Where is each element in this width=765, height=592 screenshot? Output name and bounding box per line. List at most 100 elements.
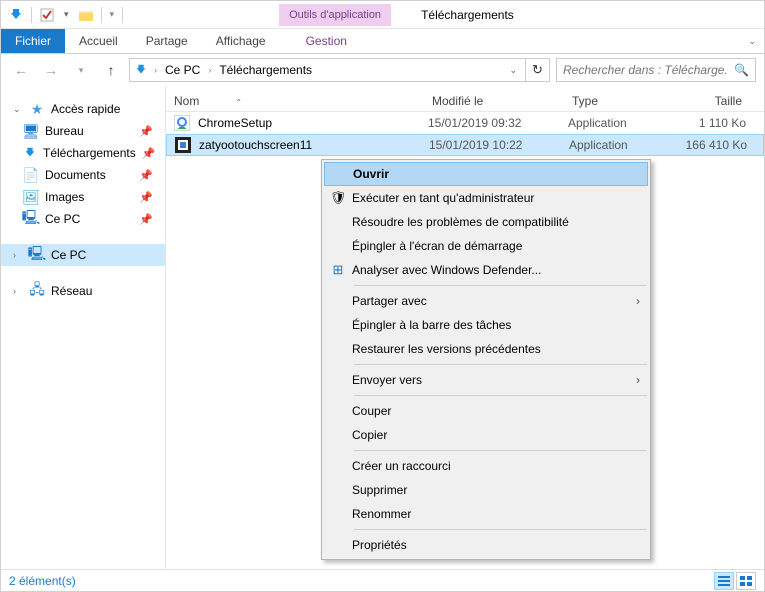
column-type[interactable]: Type (564, 94, 664, 108)
menu-delete[interactable]: Supprimer (324, 478, 648, 502)
menu-share-with[interactable]: Partager avec› (324, 289, 648, 313)
menu-send-to[interactable]: Envoyer vers› (324, 368, 648, 392)
chevron-right-icon[interactable]: › (152, 65, 159, 75)
menu-compat[interactable]: Résoudre les problèmes de compatibilité (324, 210, 648, 234)
menu-shortcut[interactable]: Créer un raccourci (324, 454, 648, 478)
nav-label: Accès rapide (51, 102, 120, 116)
app-icon (175, 137, 191, 153)
down-arrow-icon (7, 6, 25, 24)
recent-locations-icon[interactable]: ▾ (69, 58, 93, 82)
nav-pictures[interactable]: 🖼 Images 📌 (1, 186, 165, 208)
ribbon-tabs: Fichier Accueil Partage Affichage Gestio… (1, 29, 764, 54)
qat-dropdown-icon[interactable]: ▾ (108, 9, 117, 20)
file-name: zatyootouchscreen11 (195, 138, 425, 152)
address-dropdown-icon[interactable]: ⌄ (505, 65, 521, 76)
breadcrumb-root[interactable]: Ce PC (163, 63, 202, 77)
column-name[interactable]: Nom⌃ (166, 94, 424, 108)
down-arrow-icon (23, 145, 37, 161)
separator (31, 7, 32, 23)
nav-thispc-pinned[interactable]: 🖳 Ce PC 📌 (1, 208, 165, 230)
menu-pin-start[interactable]: Épingler à l'écran de démarrage (324, 234, 648, 258)
tab-home[interactable]: Accueil (65, 29, 132, 53)
search-box[interactable]: 🔍 (556, 58, 756, 82)
nav-downloads[interactable]: Téléchargements 📌 (1, 142, 165, 164)
navigation-pane: ⌄ ★ Accès rapide 🖥 Bureau 📌 Téléchargeme… (1, 86, 166, 569)
nav-label: Téléchargements (43, 146, 136, 160)
address-bar[interactable]: › Ce PC › Téléchargements ⌄ (129, 58, 526, 82)
window-title: Téléchargements (421, 8, 514, 22)
pin-icon: 📌 (139, 191, 159, 204)
file-type: Application (565, 138, 665, 152)
nav-label: Documents (45, 168, 106, 182)
file-modified: 15/01/2019 10:22 (425, 138, 565, 152)
separator (122, 7, 123, 23)
menu-separator (354, 450, 647, 451)
nav-this-pc[interactable]: › 🖳 Ce PC (1, 244, 165, 266)
view-icons-button[interactable] (736, 572, 756, 590)
pin-icon: 📌 (139, 169, 159, 182)
file-name: ChromeSetup (194, 116, 424, 130)
column-headers: Nom⌃ Modifié le Type Taille (166, 86, 764, 112)
menu-run-admin[interactable]: 🛡Exécuter en tant qu'administrateur (324, 186, 648, 210)
file-row[interactable]: zatyootouchscreen11 15/01/2019 10:22 App… (166, 134, 764, 156)
menu-defender[interactable]: ⊞Analyser avec Windows Defender... (324, 258, 648, 282)
tab-view[interactable]: Affichage (202, 29, 280, 53)
chevron-right-icon[interactable]: › (13, 286, 23, 296)
shield-icon: 🛡 (324, 190, 352, 206)
chevron-down-icon[interactable]: ⌄ (13, 104, 23, 115)
chevron-down-icon[interactable]: ▾ (62, 9, 71, 20)
picture-icon: 🖼 (23, 189, 39, 205)
tab-file[interactable]: Fichier (1, 29, 65, 53)
file-size: 166 410 Ko (665, 138, 751, 152)
chevron-right-icon[interactable]: › (13, 250, 23, 260)
menu-cut[interactable]: Couper (324, 399, 648, 423)
menu-pin-taskbar[interactable]: Épingler à la barre des tâches (324, 313, 648, 337)
down-arrow-icon (134, 63, 148, 77)
status-text: 2 élément(s) (9, 574, 76, 588)
file-row[interactable]: ChromeSetup 15/01/2019 09:32 Application… (166, 112, 764, 134)
breadcrumb-current[interactable]: Téléchargements (217, 63, 314, 77)
app-icon (174, 115, 190, 131)
nav-label: Ce PC (45, 212, 80, 226)
back-button[interactable]: ← (9, 58, 33, 82)
ribbon-expand-icon[interactable]: ⌄ (740, 29, 764, 53)
tab-share[interactable]: Partage (132, 29, 202, 53)
quick-access-toolbar: ▾ ▾ (1, 6, 129, 24)
chevron-right-icon: › (636, 373, 640, 387)
chevron-right-icon[interactable]: › (206, 65, 213, 75)
navigation-row: ← → ▾ ↑ › Ce PC › Téléchargements ⌄ ↻ 🔍 (1, 54, 764, 86)
menu-rename[interactable]: Renommer (324, 502, 648, 526)
menu-open[interactable]: Ouvrir (324, 162, 648, 186)
menu-copy[interactable]: Copier (324, 423, 648, 447)
nav-label: Ce PC (51, 248, 86, 262)
search-input[interactable] (563, 63, 728, 77)
chevron-right-icon: › (636, 294, 640, 308)
column-modified[interactable]: Modifié le (424, 94, 564, 108)
document-icon: 📄 (23, 167, 39, 183)
nav-network[interactable]: › 🖧 Réseau (1, 280, 165, 302)
refresh-button[interactable]: ↻ (526, 58, 550, 82)
nav-desktop[interactable]: 🖥 Bureau 📌 (1, 120, 165, 142)
forward-button[interactable]: → (39, 58, 63, 82)
computer-icon: 🖳 (29, 247, 45, 263)
status-bar: 2 élément(s) (1, 569, 764, 591)
pin-icon: 📌 (142, 147, 162, 160)
pin-icon: 📌 (139, 213, 159, 226)
properties-check-icon[interactable] (38, 6, 56, 24)
tab-manage[interactable]: Gestion (292, 29, 361, 53)
title-bar: ▾ ▾ Outils d'application Téléchargements (1, 1, 764, 29)
search-icon[interactable]: 🔍 (734, 63, 749, 77)
up-button[interactable]: ↑ (99, 58, 123, 82)
view-details-button[interactable] (714, 572, 734, 590)
separator (101, 7, 102, 23)
menu-separator (354, 364, 647, 365)
folder-icon[interactable] (77, 6, 95, 24)
menu-restore[interactable]: Restaurer les versions précédentes (324, 337, 648, 361)
network-icon: 🖧 (29, 283, 45, 299)
defender-icon: ⊞ (324, 262, 352, 278)
menu-properties[interactable]: Propriétés (324, 533, 648, 557)
nav-label: Bureau (45, 124, 84, 138)
column-size[interactable]: Taille (664, 94, 750, 108)
nav-documents[interactable]: 📄 Documents 📌 (1, 164, 165, 186)
nav-quick-access[interactable]: ⌄ ★ Accès rapide (1, 98, 165, 120)
